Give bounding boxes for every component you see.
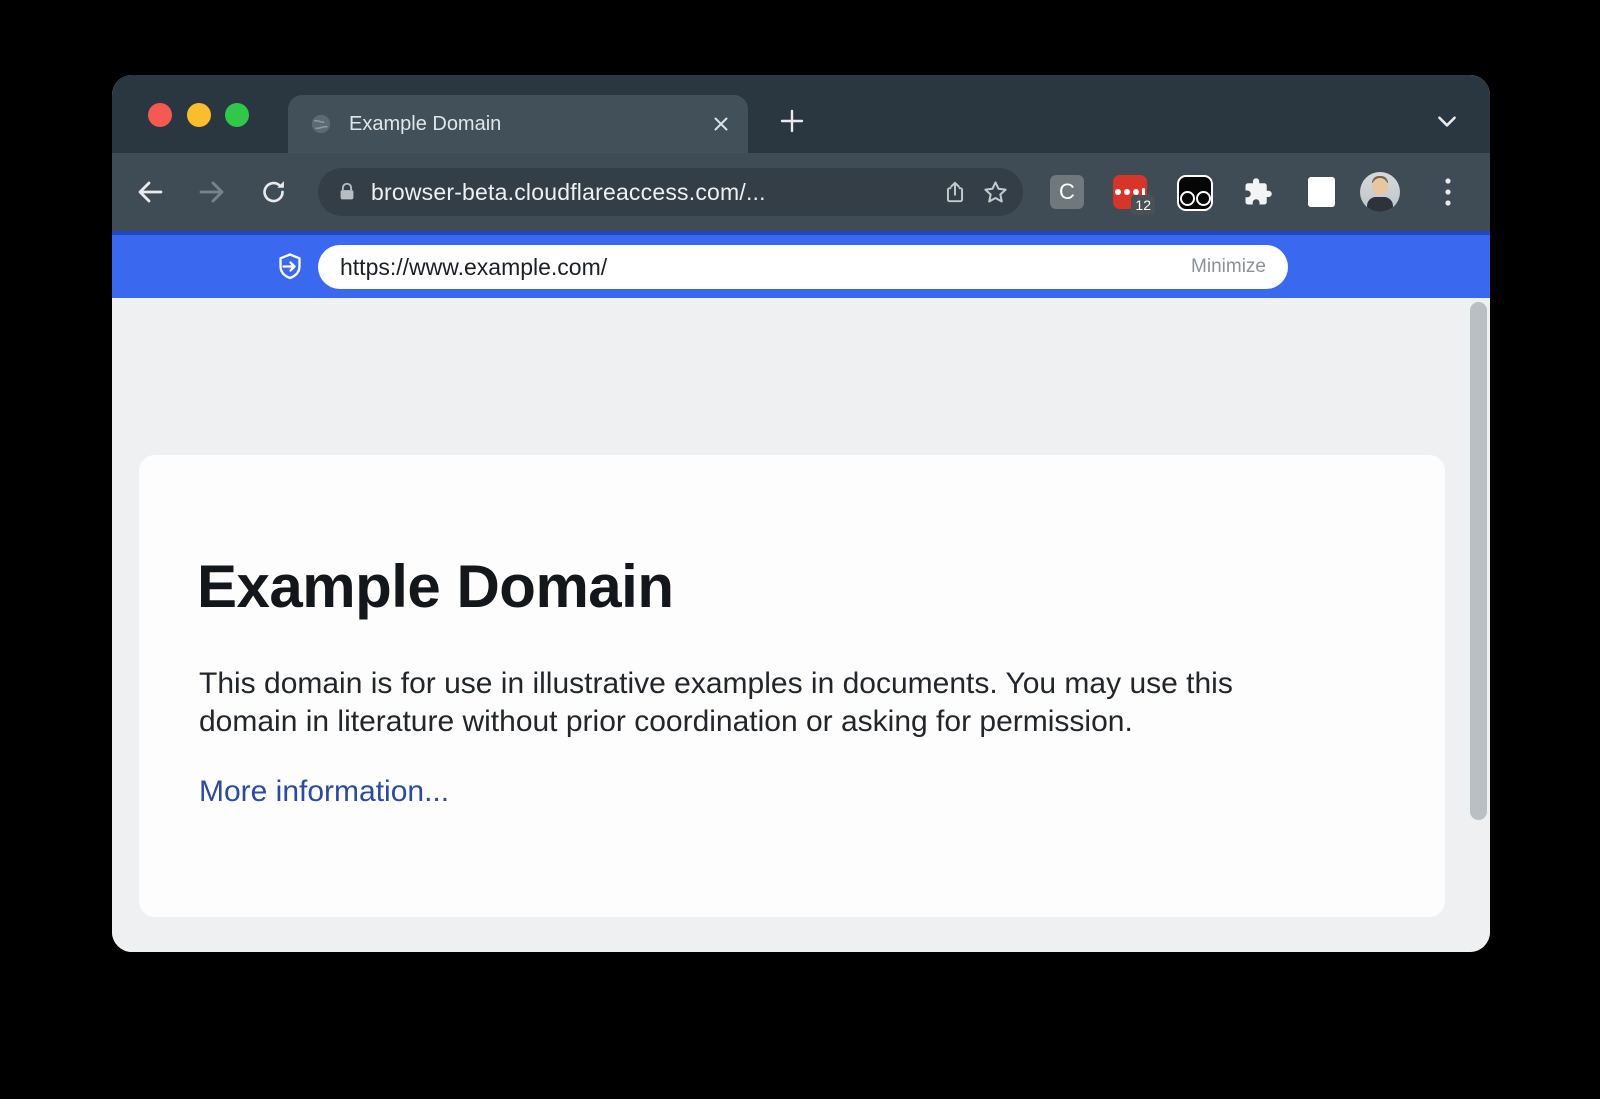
tab-title: Example Domain — [349, 113, 712, 136]
kebab-menu-icon[interactable] — [1438, 175, 1458, 209]
isolation-address-bar[interactable]: https://www.example.com/ Minimize — [318, 245, 1288, 289]
camera-extension-icon[interactable] — [1177, 175, 1213, 211]
share-icon[interactable] — [942, 179, 968, 205]
minimize-button[interactable]: Minimize — [1191, 256, 1266, 278]
forward-button[interactable] — [194, 174, 230, 210]
c-extension-icon[interactable]: C — [1050, 175, 1084, 209]
page-viewport: Example Domain This domain is for use in… — [112, 298, 1490, 952]
password-manager-icon[interactable]: 12 — [1113, 175, 1147, 209]
tab-search-chevron-down-icon[interactable] — [1432, 108, 1462, 134]
scrollbar-thumb[interactable] — [1470, 302, 1487, 820]
shield-arrow-icon — [274, 251, 306, 283]
tab-strip: Example Domain — [112, 75, 1490, 153]
profile-avatar[interactable] — [1360, 172, 1400, 212]
paragraph-line: This domain is for use in illustrative e… — [199, 665, 1233, 703]
fullscreen-window-button[interactable] — [225, 103, 249, 127]
lock-icon[interactable] — [336, 181, 358, 203]
tab-example-domain[interactable]: Example Domain — [288, 95, 748, 153]
extension-badge: 12 — [1131, 195, 1155, 215]
reload-button[interactable] — [256, 174, 292, 210]
paragraph-line: domain in literature without prior coord… — [199, 703, 1233, 741]
page-heading: Example Domain — [197, 555, 674, 618]
globe-favicon-icon — [310, 113, 332, 135]
extensions-puzzle-icon[interactable] — [1241, 175, 1275, 209]
c-extension-label: C — [1059, 179, 1075, 205]
address-bar-url: browser-beta.cloudflareaccess.com/... — [371, 179, 928, 206]
browser-toolbar: browser-beta.cloudflareaccess.com/... C … — [112, 153, 1490, 231]
content-card: Example Domain This domain is for use in… — [139, 455, 1445, 917]
close-tab-icon[interactable] — [712, 115, 730, 133]
new-tab-button[interactable] — [776, 105, 808, 137]
page-paragraph: This domain is for use in illustrative e… — [199, 665, 1233, 741]
bookmark-star-icon[interactable] — [982, 179, 1009, 206]
sidebar-icon[interactable] — [1304, 175, 1338, 209]
minimize-window-button[interactable] — [187, 103, 211, 127]
more-information-link[interactable]: More information... — [199, 775, 449, 809]
back-button[interactable] — [132, 174, 168, 210]
isolation-url: https://www.example.com/ — [340, 254, 1191, 281]
isolation-bar: https://www.example.com/ Minimize — [112, 231, 1490, 298]
browser-window: Example Domain — [112, 75, 1490, 952]
address-bar[interactable]: browser-beta.cloudflareaccess.com/... — [318, 168, 1023, 216]
close-window-button[interactable] — [148, 103, 172, 127]
